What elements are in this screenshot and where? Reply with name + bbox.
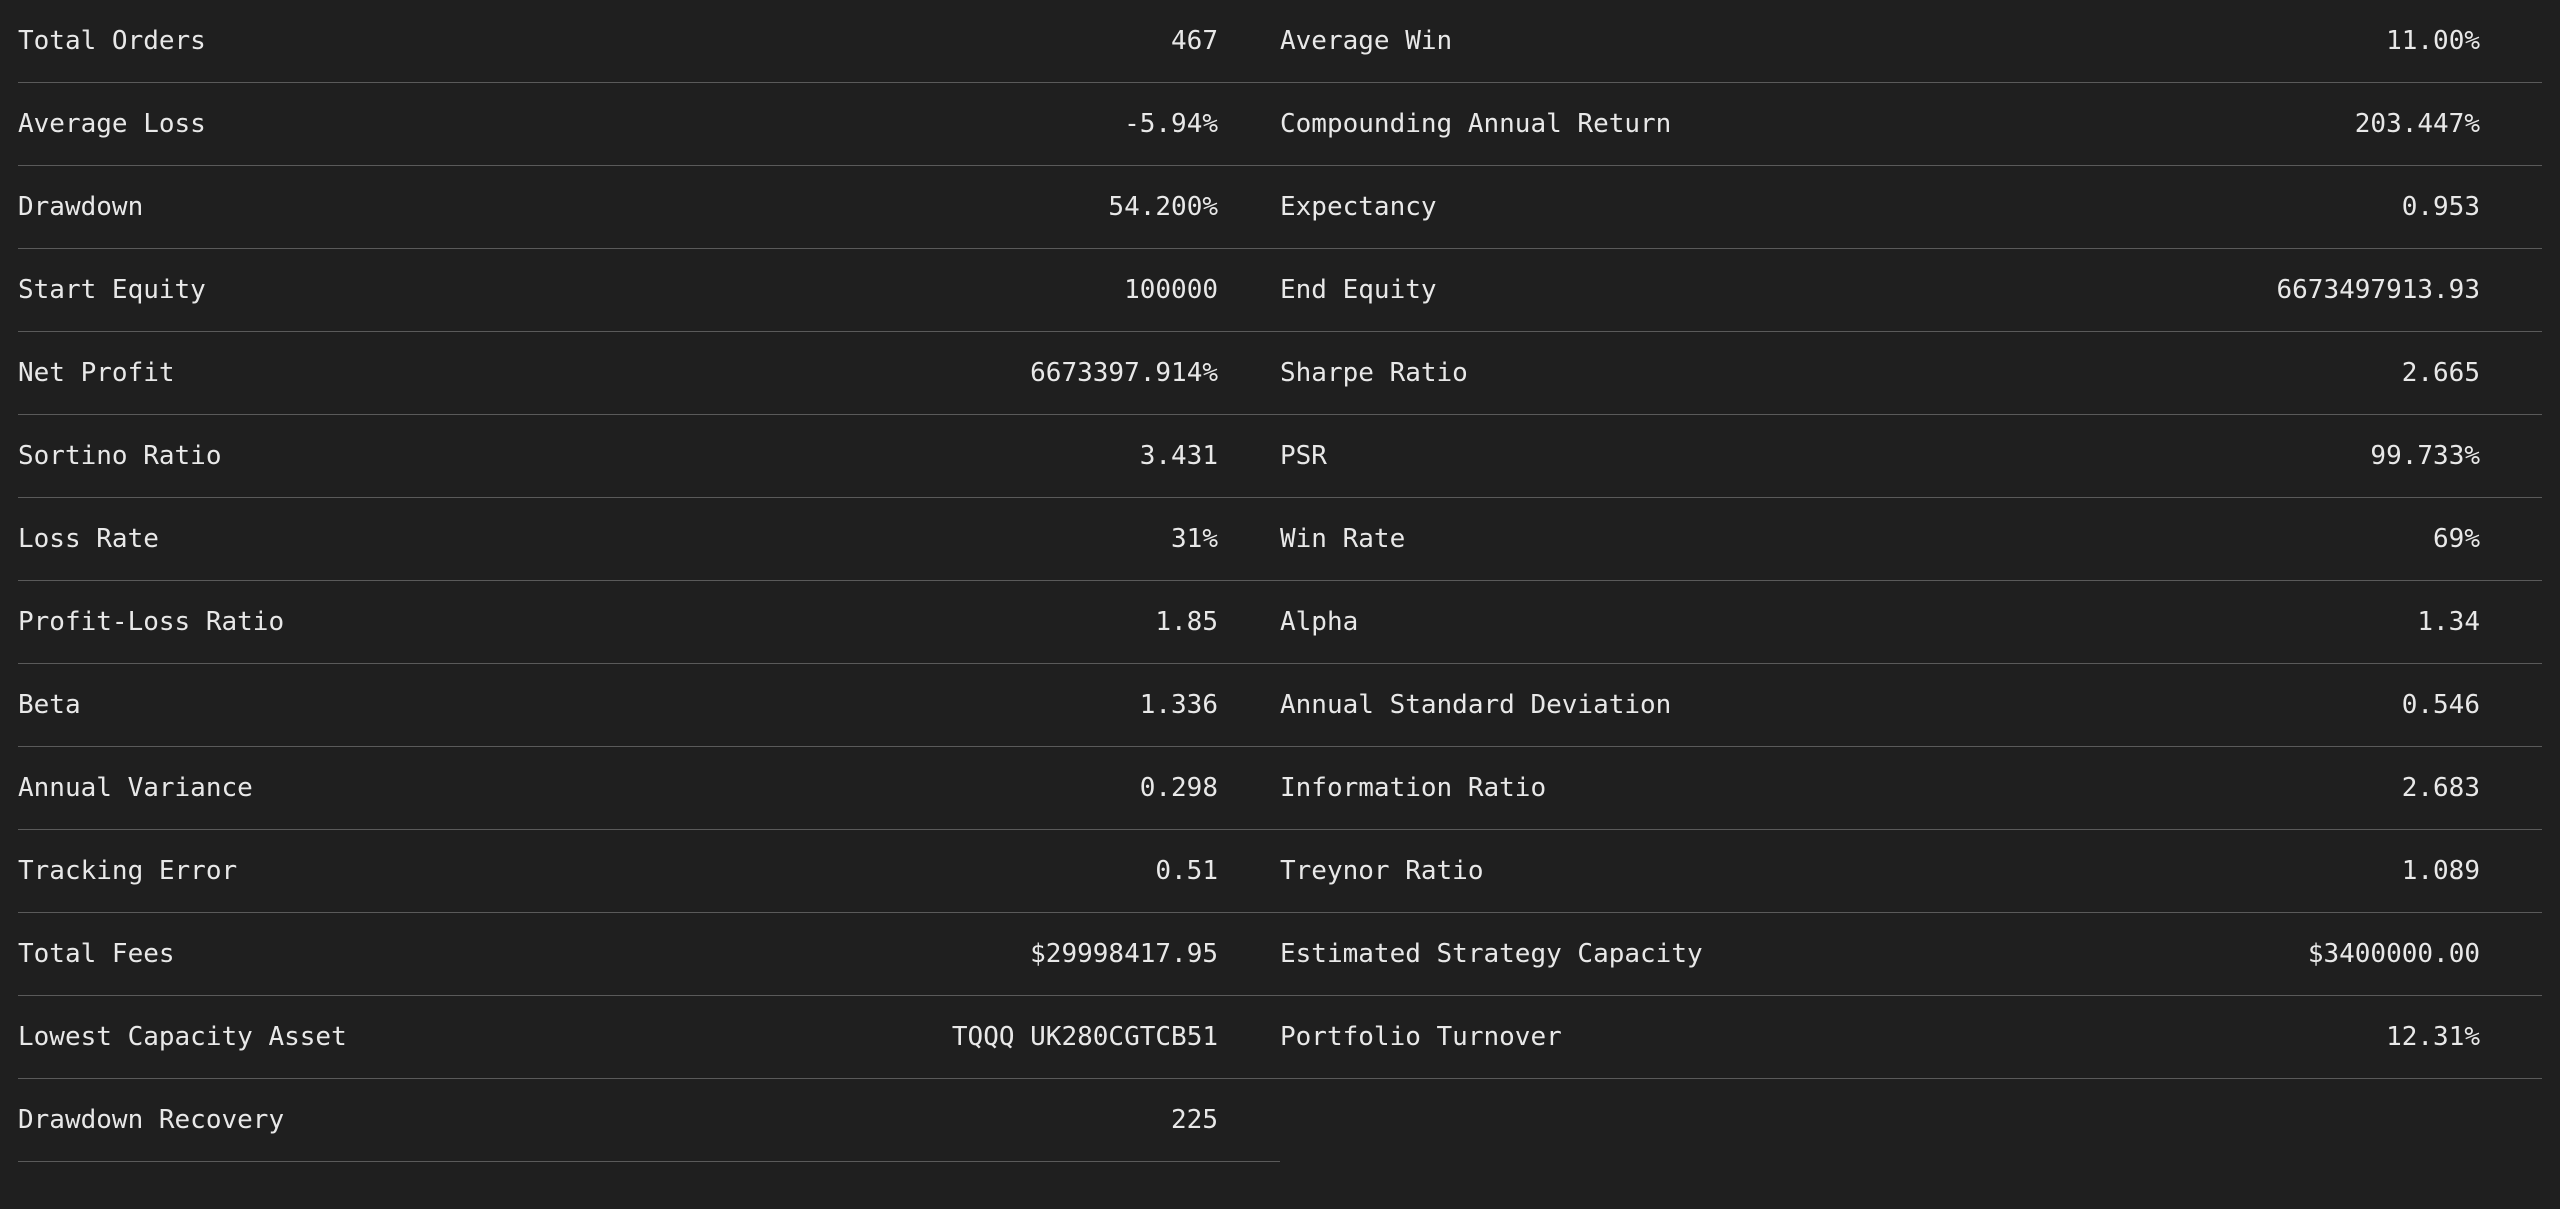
- stat-value: 6673397.914%: [1030, 358, 1218, 388]
- stat-row-annual-standard-deviation: Annual Standard Deviation 0.546: [1280, 664, 2542, 747]
- stat-row-beta: Beta 1.336: [18, 664, 1280, 747]
- stat-label: Portfolio Turnover: [1280, 1022, 1562, 1052]
- stat-label: Sortino Ratio: [18, 441, 222, 471]
- stat-row-treynor-ratio: Treynor Ratio 1.089: [1280, 830, 2542, 913]
- stat-value: 2.683: [2401, 773, 2480, 803]
- stat-label: Start Equity: [18, 275, 206, 305]
- stat-row-expectancy: Expectancy 0.953: [1280, 166, 2542, 249]
- stat-label: Treynor Ratio: [1280, 856, 1484, 886]
- stat-value: 1.336: [1139, 690, 1218, 720]
- stat-label: Beta: [18, 690, 81, 720]
- stat-label: Drawdown: [18, 192, 144, 222]
- stat-value: 6673497913.93: [2276, 275, 2481, 305]
- stat-label: Drawdown Recovery: [18, 1105, 285, 1135]
- stat-row-alpha: Alpha 1.34: [1280, 581, 2542, 664]
- stat-value: $29998417.95: [1030, 939, 1218, 969]
- stat-label: Alpha: [1280, 607, 1359, 637]
- stat-row-net-profit: Net Profit 6673397.914%: [18, 332, 1280, 415]
- stat-row-information-ratio: Information Ratio 2.683: [1280, 747, 2542, 830]
- stat-label: Estimated Strategy Capacity: [1280, 939, 1703, 969]
- stat-value: 99.733%: [2370, 441, 2480, 471]
- stat-row-tracking-error: Tracking Error 0.51: [18, 830, 1280, 913]
- stat-row-sortino-ratio: Sortino Ratio 3.431: [18, 415, 1280, 498]
- statistics-table: Total Orders 467 Average Loss -5.94% Dra…: [18, 0, 2542, 1162]
- stat-row-average-win: Average Win 11.00%: [1280, 0, 2542, 83]
- stat-label: Annual Variance: [18, 773, 253, 803]
- stat-row-drawdown: Drawdown 54.200%: [18, 166, 1280, 249]
- stat-label: Total Orders: [18, 26, 206, 56]
- stat-value: 467: [1171, 26, 1218, 56]
- stat-label: Loss Rate: [18, 524, 159, 554]
- stat-label: Profit-Loss Ratio: [18, 607, 285, 637]
- stat-label: Average Loss: [18, 109, 206, 139]
- stat-value: 12.31%: [2386, 1022, 2480, 1052]
- statistics-column-right: Average Win 11.00% Compounding Annual Re…: [1280, 0, 2542, 1162]
- stat-row-lowest-capacity-asset: Lowest Capacity Asset TQQQ UK280CGTCB51: [18, 996, 1280, 1079]
- stat-row-total-fees: Total Fees $29998417.95: [18, 913, 1280, 996]
- stat-row-estimated-strategy-capacity: Estimated Strategy Capacity $3400000.00: [1280, 913, 2542, 996]
- stat-value: 3.431: [1139, 441, 1218, 471]
- stat-label: Net Profit: [18, 358, 175, 388]
- stat-label: Total Fees: [18, 939, 175, 969]
- stat-value: TQQQ UK280CGTCB51: [951, 1022, 1218, 1052]
- stat-row-end-equity: End Equity 6673497913.93: [1280, 249, 2542, 332]
- stat-row-total-orders: Total Orders 467: [18, 0, 1280, 83]
- stat-row-drawdown-recovery: Drawdown Recovery 225: [18, 1079, 1280, 1162]
- stat-label: PSR: [1280, 441, 1327, 471]
- stat-value: 1.85: [1155, 607, 1218, 637]
- stat-value: 203.447%: [2354, 109, 2480, 139]
- stat-value: 1.34: [2417, 607, 2480, 637]
- stat-value: 1.089: [2401, 856, 2480, 886]
- stat-row-profit-loss-ratio: Profit-Loss Ratio 1.85: [18, 581, 1280, 664]
- stat-value: -5.94%: [1124, 109, 1218, 139]
- stat-label: Sharpe Ratio: [1280, 358, 1468, 388]
- stat-row-compounding-annual-return: Compounding Annual Return 203.447%: [1280, 83, 2542, 166]
- stat-label: End Equity: [1280, 275, 1437, 305]
- stat-row-sharpe-ratio: Sharpe Ratio 2.665: [1280, 332, 2542, 415]
- stat-value: 100000: [1124, 275, 1218, 305]
- stat-row-psr: PSR 99.733%: [1280, 415, 2542, 498]
- stat-label: Expectancy: [1280, 192, 1437, 222]
- stat-value: 11.00%: [2386, 26, 2480, 56]
- stat-row-average-loss: Average Loss -5.94%: [18, 83, 1280, 166]
- stat-label: Average Win: [1280, 26, 1453, 56]
- stat-value: 31%: [1171, 524, 1218, 554]
- stat-row-portfolio-turnover: Portfolio Turnover 12.31%: [1280, 996, 2542, 1079]
- stat-label: Win Rate: [1280, 524, 1406, 554]
- stat-label: Annual Standard Deviation: [1280, 690, 1672, 720]
- stat-value: 0.953: [2401, 192, 2480, 222]
- stat-value: 2.665: [2401, 358, 2480, 388]
- stat-value: 69%: [2433, 524, 2480, 554]
- stat-value: 54.200%: [1108, 192, 1218, 222]
- stat-value: $3400000.00: [2307, 939, 2480, 969]
- stat-row-loss-rate: Loss Rate 31%: [18, 498, 1280, 581]
- stat-value: 225: [1171, 1105, 1218, 1135]
- stat-label: Tracking Error: [18, 856, 238, 886]
- stat-row-start-equity: Start Equity 100000: [18, 249, 1280, 332]
- stat-value: 0.298: [1139, 773, 1218, 803]
- stat-label: Information Ratio: [1280, 773, 1547, 803]
- stat-row-annual-variance: Annual Variance 0.298: [18, 747, 1280, 830]
- stat-value: 0.51: [1155, 856, 1218, 886]
- statistics-column-left: Total Orders 467 Average Loss -5.94% Dra…: [18, 0, 1280, 1162]
- stat-value: 0.546: [2401, 690, 2480, 720]
- stat-label: Lowest Capacity Asset: [18, 1022, 347, 1052]
- stat-label: Compounding Annual Return: [1280, 109, 1672, 139]
- stat-row-win-rate: Win Rate 69%: [1280, 498, 2542, 581]
